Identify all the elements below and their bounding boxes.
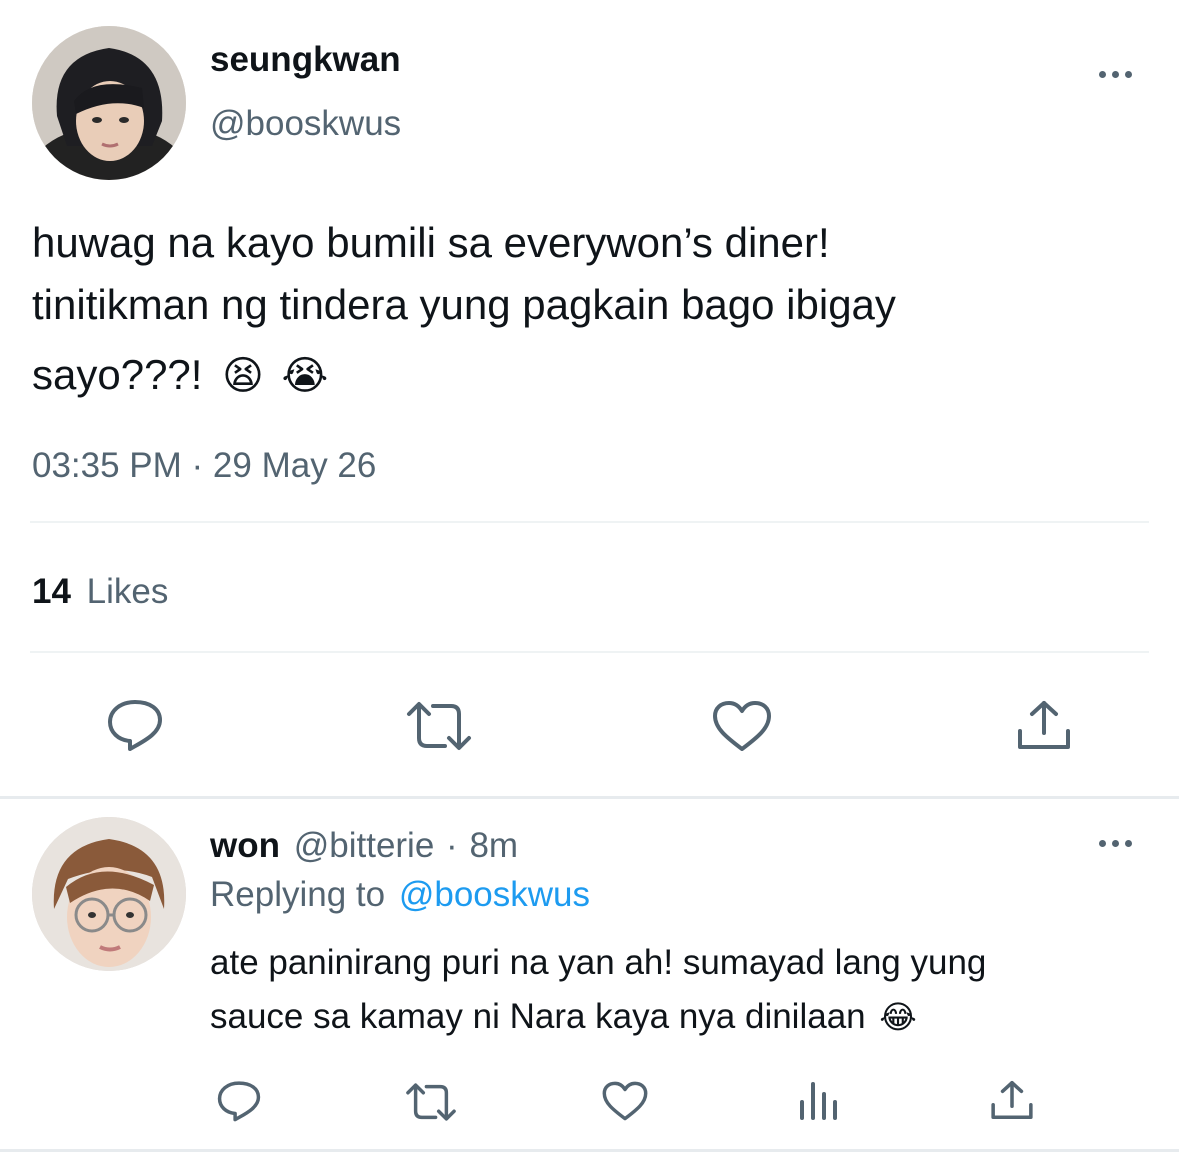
reply-icon[interactable] [106, 698, 164, 752]
likes-count: 14 [32, 572, 71, 611]
divider-top [30, 521, 1149, 523]
replying-to-handle[interactable]: @booskwus [399, 875, 590, 914]
reply-display-name[interactable]: won [210, 826, 280, 865]
avatar-won[interactable] [32, 817, 186, 971]
reply-text-line-2-row: sauce sa kamay ni Nara kaya nya dinilaan… [210, 990, 1150, 1044]
reply-reply-icon[interactable] [216, 1080, 262, 1122]
more-options-icon[interactable] [1099, 71, 1132, 78]
reply-handle[interactable]: @bitterie [294, 826, 435, 865]
reply-header: won @bitterie · 8m [210, 826, 518, 866]
display-name[interactable]: seungkwan [210, 40, 401, 80]
handle[interactable]: @booskwus [210, 104, 401, 144]
tweet-text-line-3: sayo???! 😫 😭 [32, 344, 1152, 407]
like-icon[interactable] [712, 700, 772, 752]
share-icon[interactable] [1016, 699, 1072, 751]
likes-count-row[interactable]: 14 Likes [32, 572, 168, 612]
reply-text: ate paninirang puri na yan ah! sumayad l… [210, 936, 1150, 1044]
laughing-emoji: 😂 [879, 999, 917, 1035]
timestamp[interactable]: 03:35 PM · 29 May 26 [32, 446, 376, 486]
tweet-text-line-1: huwag na kayo bumili sa everywon’s diner… [32, 219, 830, 266]
reply-like-icon[interactable] [602, 1081, 648, 1121]
likes-label: Likes [86, 572, 169, 611]
section-divider [0, 796, 1179, 799]
divider-bottom [30, 651, 1149, 653]
reply-text-line-2: sauce sa kamay ni Nara kaya nya dinilaan [210, 997, 866, 1036]
replying-to: Replying to @booskwus [210, 875, 590, 915]
reply-text-line-1: ate paninirang puri na yan ah! sumayad l… [210, 943, 987, 982]
tweet-text: huwag na kayo bumili sa everywon’s diner… [32, 212, 1152, 407]
tweet-text-line-3-text: sayo???! [32, 351, 203, 398]
reply-separator: · [446, 826, 458, 865]
retweet-icon[interactable] [405, 700, 473, 752]
reply-share-icon[interactable] [990, 1079, 1034, 1121]
replying-to-label: Replying to [210, 875, 386, 914]
tired-face-emoji: 😫 [222, 354, 264, 398]
reply-retweet-icon[interactable] [404, 1082, 458, 1122]
reply-analytics-icon[interactable] [798, 1080, 838, 1122]
avatar-seungkwan[interactable] [32, 26, 186, 180]
reply-more-options-icon[interactable] [1099, 840, 1132, 847]
tweet-text-line-2: tinitikman ng tindera yung pagkain bago … [32, 281, 896, 328]
reply-time[interactable]: 8m [469, 826, 518, 865]
crying-face-emoji: 😭 [281, 354, 329, 398]
